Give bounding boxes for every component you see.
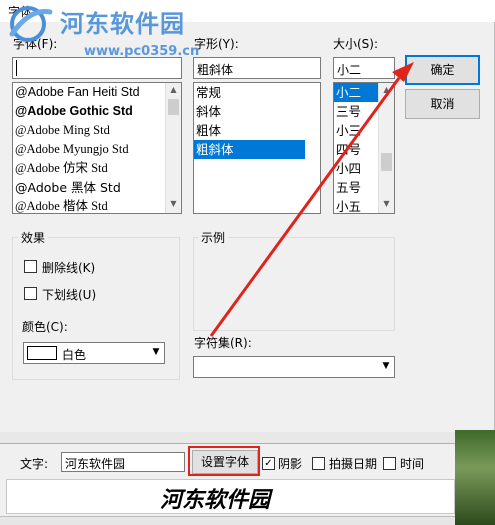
font-listbox[interactable]: @Adobe Fan Heiti Std @Adobe Gothic Std @…: [12, 82, 182, 214]
color-select[interactable]: 白色 ▼: [23, 342, 165, 364]
charset-label: 字符集(R):: [194, 336, 252, 350]
font-list-scrollbar[interactable]: ▲ ▼: [165, 83, 181, 213]
strikeout-label: 删除线(K): [42, 261, 96, 275]
watermark-site-name: 河东软件园: [60, 9, 185, 38]
cancel-button[interactable]: 取消: [405, 89, 480, 119]
style-item[interactable]: 粗体: [194, 121, 320, 140]
ok-button[interactable]: 确定: [405, 55, 480, 85]
highlight-box: [188, 446, 260, 476]
style-label: 字形(Y):: [194, 37, 239, 51]
chevron-down-icon[interactable]: ▼: [147, 343, 164, 363]
preview-text: 河东软件园: [160, 487, 271, 513]
size-item[interactable]: 三号: [334, 102, 378, 121]
underline-label: 下划线(U): [42, 288, 97, 302]
sample-group: [193, 237, 395, 331]
style-item[interactable]: 常规: [194, 83, 320, 102]
size-item-selected[interactable]: 小二: [334, 83, 378, 102]
shadow-checkbox[interactable]: ✓: [262, 457, 275, 470]
font-item[interactable]: @Adobe 楷体 Std: [13, 197, 165, 213]
scroll-up-icon[interactable]: ▲: [379, 85, 394, 94]
style-item[interactable]: 斜体: [194, 102, 320, 121]
text-input[interactable]: 河东软件园: [61, 452, 185, 472]
text-label: 文字:: [20, 457, 49, 471]
effects-title: 效果: [18, 229, 49, 246]
font-item[interactable]: @Adobe 仿宋 Std: [13, 159, 165, 178]
size-item[interactable]: 五号: [334, 178, 378, 197]
style-item-selected[interactable]: 粗斜体: [194, 140, 305, 159]
watermark-url: www.pc0359.cn: [84, 44, 200, 59]
scroll-down-icon[interactable]: ▼: [166, 199, 181, 208]
chevron-down-icon[interactable]: ▼: [377, 357, 394, 377]
font-item[interactable]: @Adobe Myungjo Std: [13, 140, 165, 159]
color-swatch: [27, 346, 57, 360]
font-name-input[interactable]: [12, 57, 182, 79]
scroll-thumb[interactable]: [381, 153, 392, 171]
scroll-down-icon[interactable]: ▼: [379, 199, 394, 208]
sample-title: 示例: [198, 229, 229, 246]
shadow-label: 阴影: [278, 457, 303, 471]
text-cursor: [16, 60, 17, 76]
underline-checkbox[interactable]: [24, 287, 37, 300]
scroll-up-icon[interactable]: ▲: [166, 85, 181, 94]
size-listbox[interactable]: 小二 三号 小三 四号 小四 五号 小五 ▲ ▼: [333, 82, 395, 214]
app-bottom-options: [0, 516, 455, 525]
style-listbox[interactable]: 常规 斜体 粗体 粗斜体: [193, 82, 321, 214]
style-input[interactable]: 粗斜体: [193, 57, 321, 79]
scroll-thumb[interactable]: [168, 99, 179, 115]
date-label: 拍摄日期: [329, 457, 378, 471]
watermark-logo-icon: [9, 6, 53, 42]
size-item[interactable]: 小五: [334, 197, 378, 213]
color-value: 白色: [62, 348, 87, 362]
date-checkbox[interactable]: [312, 457, 325, 470]
charset-select[interactable]: ▼: [193, 356, 395, 378]
strikeout-checkbox[interactable]: [24, 260, 37, 273]
color-label: 颜色(C):: [22, 320, 68, 334]
font-item[interactable]: @Adobe Fan Heiti Std: [13, 83, 165, 102]
size-label: 大小(S):: [333, 37, 379, 51]
font-item[interactable]: @Adobe Ming Std: [13, 121, 165, 140]
size-item[interactable]: 四号: [334, 140, 378, 159]
time-checkbox[interactable]: [383, 457, 396, 470]
size-input[interactable]: 小二: [333, 57, 395, 79]
time-label: 时间: [400, 457, 425, 471]
font-item[interactable]: @Adobe 黑体 Std: [13, 178, 165, 197]
size-list-scrollbar[interactable]: ▲ ▼: [378, 83, 394, 213]
app-toolbar-strip: [0, 432, 455, 444]
font-item[interactable]: @Adobe Gothic Std: [13, 102, 165, 121]
size-item[interactable]: 小三: [334, 121, 378, 140]
size-item[interactable]: 小四: [334, 159, 378, 178]
photo-preview: [455, 430, 495, 525]
